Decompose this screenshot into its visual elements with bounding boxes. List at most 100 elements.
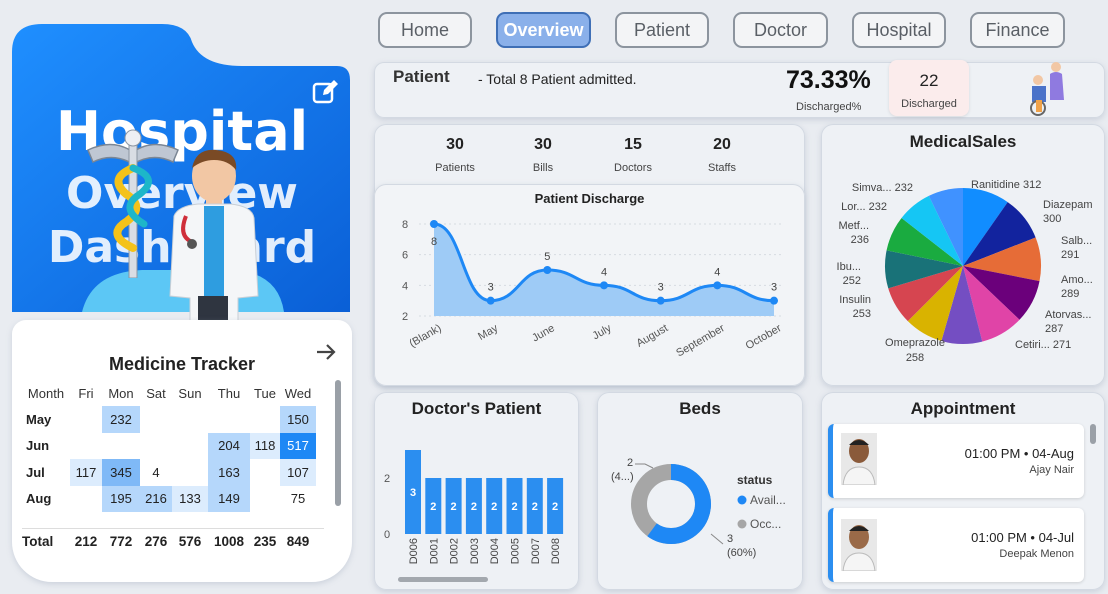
data-point xyxy=(656,296,665,305)
patient-discharge-chart: 2 4 6 8 8 (Blank) 3 May 5 June 4 July 3 August 4 Septem… xyxy=(402,219,784,360)
beds-chart: 3 (60%) 2 (4...) status Avail... Occ... xyxy=(611,457,786,559)
x-tick-label: (Blank) xyxy=(407,322,443,350)
appointment-time: 01:00 PM • 04-Jul xyxy=(971,530,1074,545)
data-label: 2 xyxy=(451,501,457,513)
x-tick-label: D007 xyxy=(530,538,542,564)
slice-label: 300 xyxy=(1043,213,1061,225)
leader-line xyxy=(710,533,724,545)
beds-title: Beds xyxy=(679,399,721,418)
slice-label: Ranitidine 312 xyxy=(971,179,1041,191)
discharged-pct: 73.33% xyxy=(786,66,871,94)
slice-label: Insulin xyxy=(839,294,871,306)
y-tick-label: 2 xyxy=(384,473,390,485)
slice-label: 236 xyxy=(851,234,869,246)
doctors-patient-title: Doctor's Patient xyxy=(411,399,542,418)
x-tick-label: July xyxy=(591,322,614,342)
slice-label: 291 xyxy=(1061,249,1079,261)
data-label: 2 xyxy=(491,501,497,513)
arrow-right-icon[interactable] xyxy=(314,340,338,364)
slice-label: Lor... 232 xyxy=(841,201,887,213)
total-cell: 276 xyxy=(144,534,168,549)
discharged-count-label: Discharged xyxy=(901,98,957,110)
discharged-pct-label: Discharged% xyxy=(796,101,862,113)
stat-value: 20 xyxy=(713,136,731,153)
appointment-item[interactable]: 01:00 PM • 04-Jul Deepak Menon xyxy=(828,508,1084,582)
y-tick-label: 6 xyxy=(402,250,408,262)
x-tick-label: June xyxy=(530,322,557,344)
slice-label: Ibu... xyxy=(837,261,861,273)
doctors-patient-chart: 0 2 3 D006 2 D001 2 D002 2 D003 2 D004 2 D005 2 D007 2 D0… xyxy=(384,450,564,564)
doctors-patient-scrollbar[interactable] xyxy=(398,577,488,582)
data-point xyxy=(713,281,722,290)
data-label: 2 xyxy=(552,501,558,513)
nav-label: Home xyxy=(400,19,449,40)
hero-panel: Hospital Overview Dashboard xyxy=(12,22,352,334)
patient-summary-text: - Total 8 Patient admitted. xyxy=(478,71,637,87)
nav-overview[interactable]: Overview xyxy=(496,12,591,48)
data-label: 3 xyxy=(488,282,494,294)
appointment-doctor: Deepak Menon xyxy=(999,548,1074,560)
y-tick-label: 2 xyxy=(402,311,408,323)
data-point xyxy=(486,296,495,305)
y-tick-label: 4 xyxy=(402,280,408,292)
medicine-scrollbar[interactable] xyxy=(335,380,341,506)
data-label: 5 xyxy=(544,251,550,263)
data-label: (4...) xyxy=(611,471,634,483)
slice-label: Amo... xyxy=(1061,274,1093,286)
data-label: 2 xyxy=(471,501,477,513)
slice-label: Diazepam xyxy=(1043,199,1093,211)
wheelchair-patient-icon xyxy=(1030,62,1064,116)
nav-finance[interactable]: Finance xyxy=(970,12,1065,48)
data-label: 4 xyxy=(714,266,720,278)
nav-label: Hospital xyxy=(866,19,932,40)
nav-patient[interactable]: Patient xyxy=(615,12,709,48)
x-tick-label: D008 xyxy=(550,538,562,564)
leader-line xyxy=(635,463,654,469)
stat-label: Patients xyxy=(435,162,475,174)
appointment-time: 01:00 PM • 04-Aug xyxy=(964,446,1074,461)
x-tick-label: October xyxy=(744,322,784,352)
medical-sales-title: MedicalSales xyxy=(909,132,1017,151)
slice-label: 287 xyxy=(1045,323,1063,335)
data-label: 2 xyxy=(430,501,436,513)
medicine-total-row: Total 212 772 276 576 1008 235 849 xyxy=(22,528,324,554)
total-cell: 212 xyxy=(74,534,98,549)
slice-label: Salb... xyxy=(1061,235,1092,247)
slice-label: Atorvas... xyxy=(1045,309,1091,321)
slice-label: 253 xyxy=(853,308,871,320)
data-label: (60%) xyxy=(727,547,756,559)
nav-home[interactable]: Home xyxy=(378,12,472,48)
x-tick-label: D005 xyxy=(510,538,522,564)
stat-value: 30 xyxy=(446,136,464,153)
slice-label: 252 xyxy=(843,275,861,287)
total-cell: 1008 xyxy=(213,534,245,549)
legend-swatch xyxy=(737,495,747,505)
x-tick-label: D006 xyxy=(408,538,420,564)
y-tick-label: 0 xyxy=(384,529,390,541)
nav-hospital[interactable]: Hospital xyxy=(852,12,946,48)
slice-label: Cetiri... 271 xyxy=(1015,339,1071,351)
stat-label: Staffs xyxy=(708,162,736,174)
x-tick-label: May xyxy=(476,322,500,343)
total-cell: 772 xyxy=(109,534,133,549)
appointment-scrollbar[interactable] xyxy=(1090,424,1096,444)
data-label: 3 xyxy=(658,282,664,294)
medicine-tracker-title: Medicine Tracker xyxy=(108,354,256,374)
data-label: 3 xyxy=(727,533,733,545)
nav-label: Doctor xyxy=(753,19,807,40)
total-cell: 849 xyxy=(286,534,310,549)
data-label: 8 xyxy=(431,236,437,248)
appointment-item[interactable]: 01:00 PM • 04-Aug Ajay Nair xyxy=(828,424,1084,498)
data-point xyxy=(430,220,438,228)
x-tick-label: D003 xyxy=(469,538,481,564)
data-point xyxy=(543,266,552,274)
nav-doctor[interactable]: Doctor xyxy=(733,12,828,48)
data-label: 2 xyxy=(627,457,633,469)
doctor-photo xyxy=(841,433,877,485)
patient-summary-label: Patient xyxy=(393,67,450,86)
doctor-avatar xyxy=(169,149,259,334)
legend-label: Avail... xyxy=(750,493,786,507)
nav-label: Overview xyxy=(503,19,584,40)
slice-label: 289 xyxy=(1061,288,1079,300)
appointment-doctor: Ajay Nair xyxy=(1029,464,1074,476)
